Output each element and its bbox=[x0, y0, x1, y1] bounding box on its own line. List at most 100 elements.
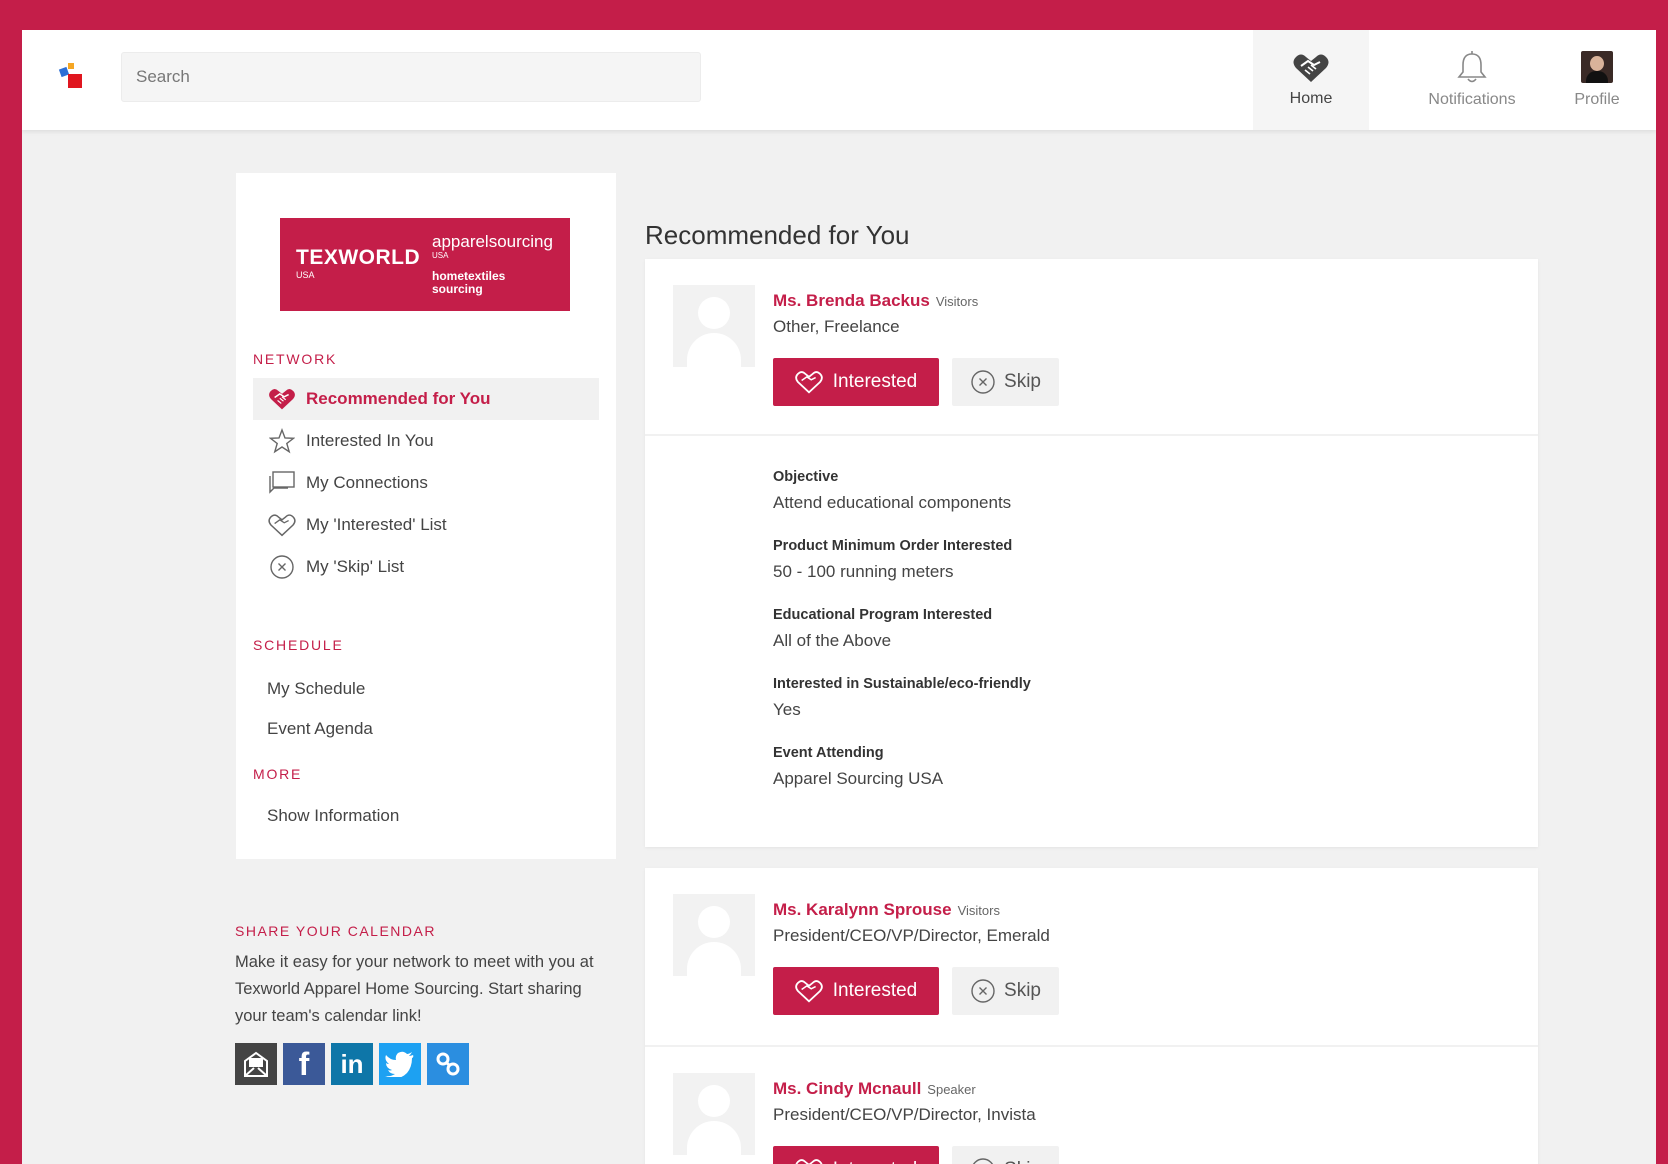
skip-button[interactable]: Skip bbox=[952, 967, 1059, 1015]
person-name-row: Ms. Karalynn Sprouse Visitors bbox=[773, 900, 1000, 920]
detail-value: All of the Above bbox=[773, 631, 892, 650]
person-photo bbox=[673, 1073, 755, 1155]
x-circle-icon bbox=[971, 370, 995, 394]
app-window: Home Notifications Profile TEXWORLD USA … bbox=[22, 30, 1656, 1164]
detail-event-attending: Event Attending Apparel Sourcing USA bbox=[773, 745, 1031, 789]
person-photo bbox=[673, 894, 755, 976]
detail-label: Product Minimum Order Interested bbox=[773, 538, 1013, 554]
person-photo bbox=[673, 285, 755, 367]
person-type: Visitors bbox=[957, 903, 1000, 918]
interested-button-label: Interested bbox=[832, 980, 918, 1001]
skip-button-label: Skip bbox=[1004, 371, 1041, 392]
detail-value: Yes bbox=[773, 700, 801, 719]
person-details: Objective Attend educational components … bbox=[773, 469, 1031, 814]
share-calendar-text: Make it easy for your network to meet wi… bbox=[235, 953, 594, 1025]
search-input[interactable] bbox=[121, 52, 701, 102]
avatar bbox=[1581, 51, 1613, 83]
person-role: President/CEO/VP/Director, Emerald bbox=[773, 926, 1050, 945]
brand-apparel-sub: USA bbox=[432, 251, 449, 260]
sidebar-item-event-agenda[interactable]: Event Agenda bbox=[267, 719, 373, 739]
event-logo-banner: TEXWORLD USA apparelsourcing USA hometex… bbox=[280, 218, 570, 311]
interested-button[interactable]: Interested bbox=[773, 358, 939, 406]
schedule-section-title: SCHEDULE bbox=[253, 637, 344, 653]
sidebar-item-show-information[interactable]: Show Information bbox=[267, 806, 399, 826]
brand-texworld: TEXWORLD bbox=[296, 246, 421, 269]
brand-texworld-sub: USA bbox=[296, 270, 315, 280]
brand-apparel: apparelsourcing bbox=[432, 232, 553, 251]
brand-home-line2: sourcing bbox=[432, 282, 483, 296]
nav-notifications-label: Notifications bbox=[1428, 91, 1516, 108]
more-section-title: MORE bbox=[253, 766, 303, 782]
sidebar-item-label: My 'Interested' List bbox=[306, 515, 447, 534]
handshake-outline-icon bbox=[794, 980, 823, 1003]
person-name-row: Ms. Cindy Mcnaull Speaker bbox=[773, 1079, 976, 1099]
person-summary: Ms. Cindy Mcnaull Speaker President/CEO/V… bbox=[645, 1045, 1538, 1164]
star-icon bbox=[268, 427, 296, 455]
facebook-icon[interactable]: f bbox=[283, 1043, 325, 1085]
detail-objective: Objective Attend educational components bbox=[773, 469, 1031, 513]
skip-button[interactable]: Skip bbox=[952, 1146, 1059, 1164]
skip-button-label: Skip bbox=[1004, 980, 1041, 1001]
skip-button[interactable]: Skip bbox=[952, 358, 1059, 406]
sidebar-item-label: Recommended for You bbox=[306, 389, 491, 408]
sidebar-item-interested-list[interactable]: My 'Interested' List bbox=[253, 504, 599, 546]
email-icon[interactable] bbox=[235, 1043, 277, 1085]
person-name[interactable]: Ms. Cindy Mcnaull bbox=[773, 1079, 921, 1098]
share-calendar-title: SHARE YOUR CALENDAR bbox=[235, 923, 436, 939]
nav-home[interactable]: Home bbox=[1253, 30, 1369, 130]
sidebar-item-label: My Connections bbox=[306, 473, 428, 492]
twitter-icon[interactable] bbox=[379, 1043, 421, 1085]
nav-home-label: Home bbox=[1289, 90, 1333, 107]
sidebar-item-my-schedule[interactable]: My Schedule bbox=[267, 679, 365, 699]
person-summary: Ms. Karalynn Sprouse Visitors President/C… bbox=[645, 868, 1538, 1045]
app-logo[interactable] bbox=[57, 60, 87, 96]
sidebar-item-recommended[interactable]: Recommended for You bbox=[253, 378, 599, 420]
interested-button[interactable]: Interested bbox=[773, 1146, 939, 1164]
detail-label: Educational Program Interested bbox=[773, 607, 993, 623]
person-type: Visitors bbox=[935, 294, 979, 309]
sidebar-item-label: Interested In You bbox=[306, 431, 434, 450]
interested-button[interactable]: Interested bbox=[773, 967, 939, 1015]
person-summary: Ms. Brenda Backus Visitors Other, Freelan… bbox=[645, 259, 1538, 436]
person-name[interactable]: Ms. Brenda Backus bbox=[773, 291, 930, 310]
sidebar: TEXWORLD USA apparelsourcing USA hometex… bbox=[236, 173, 616, 859]
sidebar-item-skip-list[interactable]: My 'Skip' List bbox=[253, 546, 599, 588]
skip-button-label: Skip bbox=[1004, 1159, 1041, 1164]
recommendation-card: Ms. Brenda Backus Visitors Other, Freelan… bbox=[645, 259, 1538, 847]
detail-sustainable: Interested in Sustainable/eco-friendly Y… bbox=[773, 676, 1031, 720]
detail-value: Apparel Sourcing USA bbox=[773, 769, 944, 788]
handshake-outline-icon bbox=[268, 511, 296, 539]
brand-home-line1: hometextiles bbox=[432, 269, 506, 283]
network-section-title: NETWORK bbox=[253, 351, 338, 367]
nav-profile[interactable]: Profile bbox=[1552, 30, 1642, 130]
person-role: Other, Freelance bbox=[773, 317, 900, 336]
interested-button-label: Interested bbox=[832, 371, 918, 392]
link-icon[interactable] bbox=[427, 1043, 469, 1085]
detail-value: Attend educational components bbox=[773, 493, 1012, 512]
person-name[interactable]: Ms. Karalynn Sprouse bbox=[773, 900, 952, 919]
handshake-outline-icon bbox=[795, 1159, 823, 1164]
recommendation-card: Ms. Karalynn Sprouse Visitors President/C… bbox=[645, 868, 1538, 1164]
x-circle-icon bbox=[971, 979, 995, 1003]
top-header: Home Notifications Profile bbox=[22, 30, 1656, 130]
sidebar-item-interested-in-you[interactable]: Interested In You bbox=[253, 420, 599, 462]
person-role: President/CEO/VP/Director, Invista bbox=[773, 1105, 1036, 1124]
detail-label: Event Attending bbox=[773, 745, 884, 761]
divider bbox=[645, 434, 1538, 436]
detail-min-order: Product Minimum Order Interested 50 - 10… bbox=[773, 538, 1031, 582]
share-icons: f in bbox=[235, 1043, 469, 1085]
linkedin-icon[interactable]: in bbox=[331, 1043, 373, 1085]
nav-profile-label: Profile bbox=[1574, 91, 1620, 108]
detail-label: Interested in Sustainable/eco-friendly bbox=[773, 676, 1031, 692]
interested-button-label: Interested bbox=[833, 1159, 918, 1164]
detail-label: Objective bbox=[773, 469, 839, 485]
sidebar-item-connections[interactable]: My Connections bbox=[253, 462, 599, 504]
detail-educational-program: Educational Program Interested All of th… bbox=[773, 607, 1031, 651]
handshake-icon bbox=[1293, 54, 1329, 82]
x-circle-icon bbox=[268, 553, 296, 581]
bell-icon bbox=[1457, 51, 1487, 83]
handshake-outline-icon bbox=[794, 371, 823, 394]
nav-notifications[interactable]: Notifications bbox=[1397, 30, 1547, 130]
person-name-row: Ms. Brenda Backus Visitors bbox=[773, 291, 978, 311]
brand-home: hometextiles sourcing bbox=[432, 270, 505, 296]
